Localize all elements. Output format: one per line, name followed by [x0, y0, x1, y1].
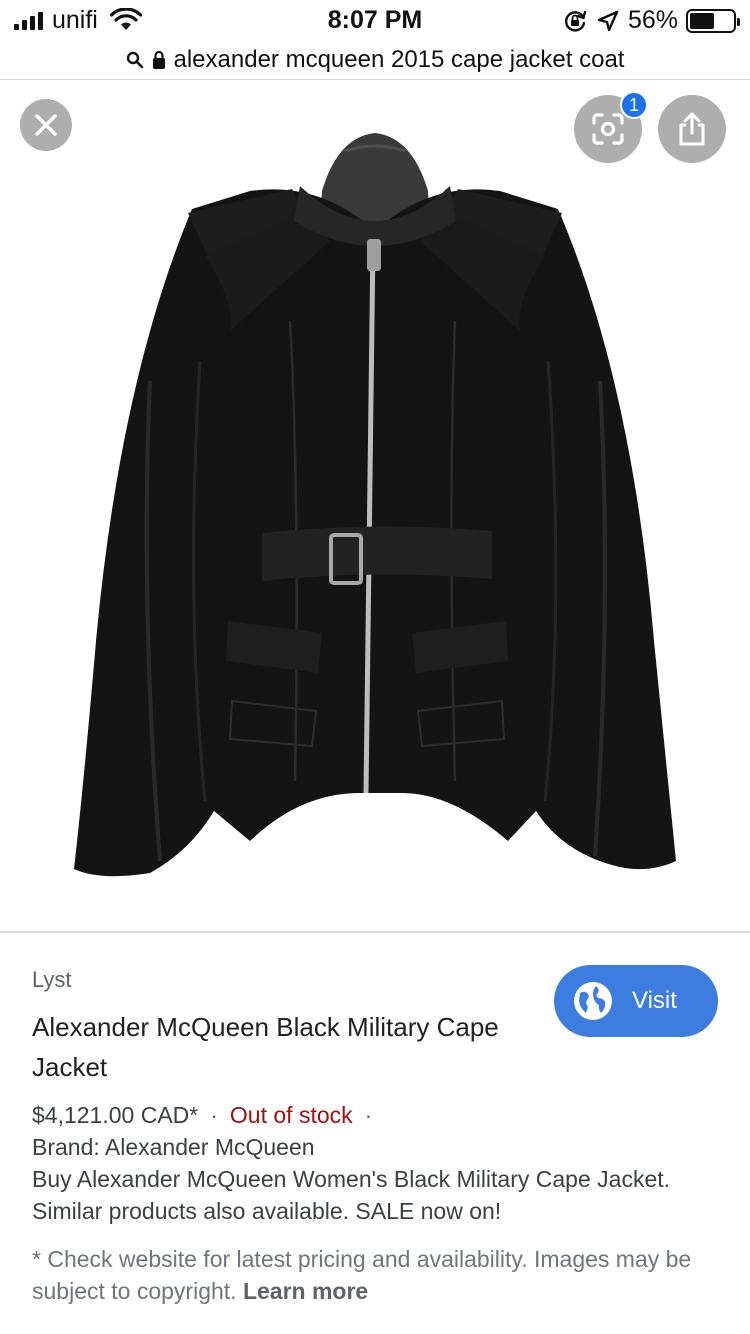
stock-status: Out of stock	[229, 1102, 353, 1128]
brand: Brand: Alexander McQueen	[32, 1134, 315, 1160]
separator: ·	[210, 1102, 218, 1128]
share-button[interactable]	[658, 95, 726, 163]
battery-icon	[686, 8, 740, 33]
product-image[interactable]	[0, 81, 750, 932]
globe-icon	[574, 982, 612, 1020]
battery-percent: 56%	[627, 6, 678, 34]
close-icon	[35, 114, 57, 136]
learn-more-link[interactable]: Learn more	[243, 1278, 368, 1304]
share-icon	[679, 112, 705, 146]
close-button[interactable]	[20, 99, 72, 151]
divider	[0, 931, 750, 933]
lock-icon	[152, 50, 165, 69]
battery-level	[690, 12, 714, 29]
lens-badge: 1	[620, 91, 648, 119]
search-icon	[126, 51, 143, 68]
disclaimer: * Check website for latest pricing and a…	[32, 1243, 722, 1307]
orientation-lock-icon	[564, 10, 587, 32]
visit-label: Visit	[632, 987, 677, 1014]
url-text: alexander mcqueen 2015 cape jacket coat	[173, 45, 625, 73]
image-viewer[interactable]: 1	[0, 81, 750, 932]
location-icon	[597, 10, 619, 31]
visit-button[interactable]: Visit	[554, 965, 718, 1037]
product-meta: $4,121.00 CAD* · Out of stock · Brand: A…	[32, 1099, 722, 1227]
source-name: Lyst	[32, 967, 72, 992]
url-bar[interactable]: alexander mcqueen 2015 cape jacket coat	[0, 40, 750, 80]
separator: ·	[364, 1102, 373, 1128]
product-title[interactable]: Alexander McQueen Black Military Cape Ja…	[32, 1007, 512, 1087]
status-bar: unifi 8:07 PM 56%	[0, 0, 750, 40]
lens-icon	[592, 113, 624, 145]
description: Buy Alexander McQueen Women's Black Mili…	[32, 1166, 671, 1224]
price: $4,121.00 CAD*	[32, 1102, 199, 1128]
